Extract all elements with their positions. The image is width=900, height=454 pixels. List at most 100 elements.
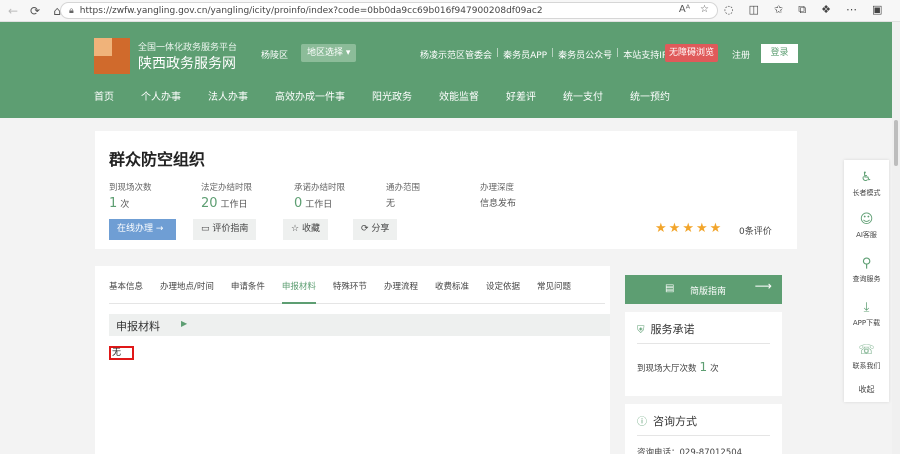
extension-icon[interactable]: ❖	[821, 3, 831, 17]
tab-process[interactable]: 办理流程	[384, 280, 418, 303]
share-icon: ⟳	[361, 224, 369, 234]
star-icon: ★	[655, 221, 667, 236]
link-admin-committee[interactable]: 杨凌示范区管委会	[420, 48, 492, 61]
elder-mode-button[interactable]: ♿︎ 长者模式	[844, 170, 889, 198]
nav-personal[interactable]: 个人办事	[141, 88, 181, 103]
scrollbar-thumb[interactable]	[894, 120, 898, 166]
tab-basic-info[interactable]: 基本信息	[109, 280, 143, 303]
login-button[interactable]: 登录	[761, 44, 798, 63]
nav-evaluation[interactable]: 好差评	[506, 88, 536, 103]
site-header: 全国一体化政务服务平台 陕西政务服务网 杨陵区 地区选择 ▾ 杨凌示范区管委会 |…	[0, 22, 892, 118]
nav-one-thing[interactable]: 高效办成一件事	[275, 88, 345, 103]
accessibility-button[interactable]: 无障碍浏览	[665, 44, 719, 62]
vertical-scrollbar[interactable]	[892, 22, 900, 454]
nav-supervision[interactable]: 效能监督	[439, 88, 479, 103]
favorite-star-icon[interactable]: ☆	[700, 4, 709, 15]
star-icon: ★	[709, 221, 722, 236]
triangle-right-icon: ▶	[181, 319, 188, 328]
detail-content-card: 基本信息 办理地点/时间 申请条件 申报材料 特殊环节 办理流程 收费标准 设定…	[95, 266, 610, 454]
more-icon[interactable]: ⋯	[846, 3, 857, 17]
refresh-extension-icon[interactable]: ◌	[724, 3, 734, 17]
stat-visits: 到现场次数 1次	[109, 183, 152, 211]
contact-card: ⓘ 咨询方式 咨询电话：029-87012504	[625, 404, 782, 454]
favorites-icon[interactable]: ✩	[774, 3, 783, 17]
info-icon: ⓘ	[637, 417, 647, 428]
comment-icon: ▭	[201, 224, 210, 234]
read-aloud-icon[interactable]: Aᴬ	[679, 4, 690, 15]
rating-count: 0条评价	[739, 227, 772, 237]
arrow-right-icon: →	[155, 224, 164, 234]
stat-depth: 办理深度 信息发布	[480, 183, 517, 209]
service-promise-card: ⛨ 服务承诺 到现场大厅次数 1 次	[625, 312, 782, 396]
nav-corporate[interactable]: 法人办事	[208, 88, 248, 103]
url-text: https://zwfw.yangling.gov.cn/yangling/ic…	[79, 5, 543, 16]
chat-bot-icon: ☺	[859, 212, 874, 227]
logo-title[interactable]: 陕西政务服务网	[138, 53, 236, 73]
favorite-button[interactable]: ☆ 收藏	[283, 219, 328, 240]
main-nav: 首页 个人办事 法人办事 高效办成一件事 阳光政务 效能监督 好差评 统一支付 …	[94, 88, 697, 103]
tab-fees[interactable]: 收费标准	[435, 280, 469, 303]
top-links: 杨凌示范区管委会 | 秦务员APP | 秦务员公众号 | 本站支持IPv6	[420, 48, 679, 61]
link-app[interactable]: 秦务员APP	[503, 48, 547, 61]
tab-conditions[interactable]: 申请条件	[231, 280, 265, 303]
tab-legal-basis[interactable]: 设定依据	[486, 280, 520, 303]
query-service-button[interactable]: ⚲ 查询服务	[844, 256, 889, 284]
download-icon: ⤓	[863, 300, 870, 315]
shield-icon: ⛨	[637, 325, 645, 336]
tab-faq[interactable]: 常见问题	[537, 280, 571, 303]
collections-icon[interactable]: ⧉	[798, 3, 806, 17]
service-title: 群众防空组织	[109, 150, 206, 169]
elder-icon: ♿︎	[860, 170, 873, 185]
register-link[interactable]: 注册	[732, 48, 750, 61]
tab-special-steps[interactable]: 特殊环节	[333, 280, 367, 303]
materials-content: 无	[109, 346, 134, 360]
stat-scope: 通办范围 无	[386, 183, 421, 209]
share-button[interactable]: ⟳ 分享	[353, 219, 398, 240]
contact-title: 咨询方式	[653, 415, 697, 428]
section-header: 申报材料 ▶	[109, 314, 610, 336]
contact-phone: 咨询电话：029-87012504	[637, 448, 743, 454]
long-arrow-icon: ⟶	[754, 279, 772, 293]
star-icon: ★	[695, 221, 708, 236]
site-logo-icon[interactable]	[94, 38, 130, 74]
online-apply-button[interactable]: 在线办理 →	[109, 219, 176, 240]
region-select-button[interactable]: 地区选择 ▾	[301, 44, 357, 62]
star-icon: ★	[668, 221, 681, 236]
promise-title: 服务承诺	[650, 323, 695, 336]
lock-icon: 🔒︎	[69, 5, 74, 16]
phone-icon: ☏	[858, 343, 875, 358]
detail-tabs: 基本信息 办理地点/时间 申请条件 申报材料 特殊环节 办理流程 收费标准 设定…	[109, 280, 605, 304]
document-icon: ▤	[665, 283, 675, 294]
stat-legal-deadline: 法定办结时限 20 工作日	[201, 183, 253, 211]
evaluation-guide-button[interactable]: ▭ 评价指南	[193, 219, 257, 240]
split-screen-icon[interactable]: ◫	[749, 3, 759, 17]
contact-us-button[interactable]: ☏ 联系我们	[844, 343, 889, 371]
sidebar-toggle-icon[interactable]: ▣	[872, 3, 882, 17]
tab-materials[interactable]: 申报材料	[281, 280, 316, 304]
tab-location-time[interactable]: 办理地点/时间	[160, 280, 214, 303]
collapse-button[interactable]: 收起	[844, 384, 889, 395]
back-icon[interactable]: ←	[4, 2, 22, 20]
nav-home[interactable]: 首页	[94, 88, 114, 103]
link-wechat[interactable]: 秦务员公众号	[558, 48, 612, 61]
nav-payment[interactable]: 统一支付	[563, 88, 603, 103]
divider	[637, 343, 770, 344]
rating-stars: ★ ★ ★ ★ ★	[655, 221, 721, 236]
nav-open-government[interactable]: 阳光政务	[372, 88, 412, 103]
current-region: 杨陵区	[261, 51, 289, 61]
divider	[637, 435, 770, 436]
promise-row: 到现场大厅次数 1 次	[637, 360, 719, 374]
search-icon: ⚲	[861, 256, 872, 271]
app-download-button[interactable]: ⤓ APP下载	[844, 300, 889, 328]
logo-subtitle: 全国一体化政务服务平台	[138, 43, 238, 53]
brief-guide-button[interactable]: ▤ 简版指南 ⟶	[625, 275, 782, 304]
browser-toolbar: ← ⟳ ⌂ 🔒︎ https://zwfw.yangling.gov.cn/ya…	[0, 0, 900, 22]
ai-service-button[interactable]: ☺ AI客服	[844, 212, 889, 240]
stat-promised-deadline: 承诺办结时限 0 工作日	[294, 183, 346, 211]
refresh-icon[interactable]: ⟳	[26, 2, 44, 20]
nav-appointment[interactable]: 统一预约	[630, 88, 670, 103]
star-outline-icon: ☆	[291, 224, 300, 234]
service-info-card: 群众防空组织 到现场次数 1次 法定办结时限 20 工作日 承诺办结时限 0 工作日…	[95, 131, 797, 249]
address-bar[interactable]: 🔒︎ https://zwfw.yangling.gov.cn/yangling…	[60, 2, 718, 19]
star-icon: ★	[682, 221, 694, 236]
